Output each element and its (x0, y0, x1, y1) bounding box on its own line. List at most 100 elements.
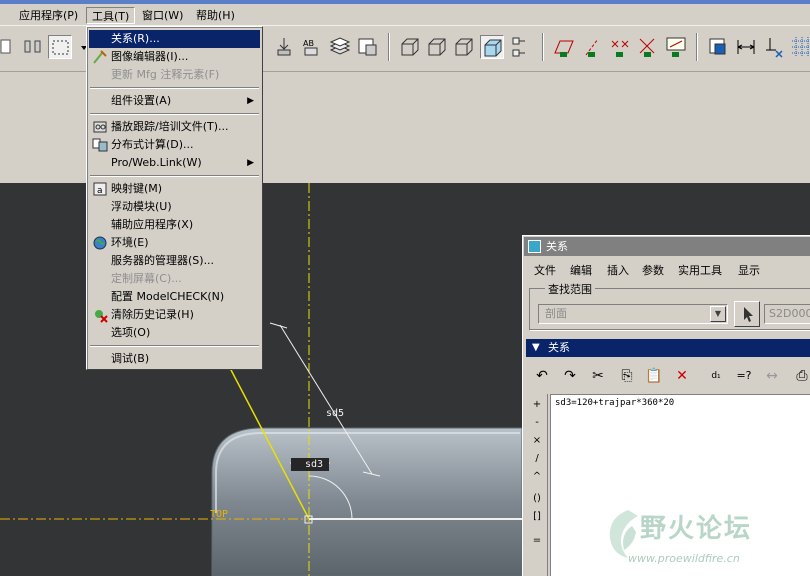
point-display-icon[interactable] (608, 35, 632, 59)
menu-separator (90, 87, 259, 89)
menu-separator (90, 175, 259, 177)
print-icon[interactable]: ⎙ (791, 365, 810, 387)
watermark-title: 野火论坛 (640, 514, 753, 544)
dialog-menu-insert[interactable]: 插入 (607, 262, 629, 278)
menu-item-environment[interactable]: 环境(E) (89, 234, 260, 252)
dimension-display-icon[interactable] (734, 35, 758, 59)
menu-applications[interactable]: 应用程序(P) (14, 7, 83, 24)
menu-item-label: 辅助应用程序(X) (111, 218, 194, 231)
menu-item-modelcheck[interactable]: 配置 ModelCHECK(N) (89, 288, 260, 306)
dialog-menu-edit[interactable]: 编辑 (570, 262, 592, 278)
menu-item-label: 清除历史记录(H) (111, 308, 194, 321)
dialog-menu-parameters[interactable]: 参数 (642, 262, 664, 278)
wireframe-icon[interactable] (398, 35, 422, 59)
select-box-icon[interactable] (48, 35, 72, 59)
menu-tools[interactable]: 工具(T) (86, 7, 136, 24)
look-in-select[interactable]: 剖面 ▼ (538, 304, 728, 324)
operator-multiply-button[interactable]: × (526, 432, 548, 450)
datum-axis-icon[interactable]: AB (300, 35, 324, 59)
menu-item-label: 浮动模块(U) (111, 200, 172, 213)
redo-icon[interactable]: ↷ (559, 365, 581, 387)
constraint-display-icon[interactable] (762, 35, 786, 59)
no-hidden-icon[interactable] (452, 35, 476, 59)
menu-item-assembly-settings[interactable]: 组件设置(A) ▶ (89, 92, 260, 110)
datum-point-icon[interactable] (272, 35, 296, 59)
copy-icon[interactable] (0, 35, 24, 59)
plane-display-icon[interactable] (552, 35, 576, 59)
menu-item-label: 服务器的管理器(S)... (111, 254, 215, 267)
section-title: 关系 (548, 341, 570, 354)
menu-help[interactable]: 帮助(H) (191, 7, 240, 24)
operator-plus-button[interactable]: + (526, 396, 548, 414)
look-in-group: 查找范围 剖面 ▼ S2D0001 (529, 281, 810, 330)
dialog-menu-utilities[interactable]: 实用工具 (678, 262, 722, 278)
svg-text:a: a (97, 186, 103, 196)
dialog-menubar: 文件 编辑 插入 参数 实用工具 显示 (523, 260, 810, 280)
dialog-titlebar[interactable]: 关系 (524, 237, 810, 256)
layers-icon[interactable] (328, 35, 352, 59)
undo-icon[interactable]: ↶ (531, 365, 553, 387)
menu-item-relations[interactable]: 关系(R)... (89, 30, 260, 48)
annotation-display-icon[interactable] (664, 35, 688, 59)
cursor-arrow-icon (744, 307, 753, 322)
menu-item-image-editor[interactable]: 图像编辑器(I)... (89, 48, 260, 66)
menu-item-label: 调试(B) (111, 352, 150, 365)
dimension-icon[interactable]: ↔ (761, 365, 783, 387)
cut-icon[interactable]: ✂ (587, 365, 609, 387)
copy-icon[interactable]: ⎘ (616, 365, 638, 387)
dialog-menu-display[interactable]: 显示 (738, 262, 760, 278)
operator-bracket-button[interactable]: [] (526, 508, 548, 526)
dialog-menu-file[interactable]: 文件 (534, 262, 556, 278)
grid-display-icon[interactable] (790, 35, 810, 59)
operator-divide-button[interactable]: / (526, 450, 548, 468)
model-tree-icon[interactable] (356, 35, 380, 59)
operator-palette: + - × / ^ () [] = (526, 394, 548, 576)
axis-display-icon[interactable] (580, 35, 604, 59)
menu-item-update-mfg[interactable]: 更新 Mfg 注释元素(F) (89, 66, 260, 84)
menu-item-playback[interactable]: 播放跟踪/培训文件(T)... (89, 118, 260, 136)
dropdown-arrow-icon[interactable] (72, 35, 87, 59)
evaluate-icon[interactable]: =? (733, 365, 755, 387)
menu-item-label: 定制屏幕(C)... (111, 272, 182, 285)
collapse-triangle-icon: ▼ (532, 342, 540, 353)
toolbar-separator (696, 33, 698, 61)
delete-icon[interactable]: ✕ (671, 365, 693, 387)
menu-item-debug[interactable]: 调试(B) (89, 350, 260, 368)
watermark-url: www.proewildfire.cn (628, 552, 740, 565)
menu-item-label: 更新 Mfg 注释元素(F) (111, 68, 220, 81)
look-in-legend: 查找范围 (545, 281, 595, 297)
switch-dimensions-icon[interactable]: d₁ (705, 365, 727, 387)
menu-item-server-manager[interactable]: 服务器的管理器(S)... (89, 252, 260, 270)
model-display-icon[interactable] (508, 35, 532, 59)
toolbar-separator (542, 33, 544, 61)
chevron-down-icon[interactable]: ▼ (710, 306, 726, 322)
menu-item-pro-web-link[interactable]: Pro/Web.Link(W) ▶ (89, 154, 260, 172)
dimension-sd5-label[interactable]: sd5 (326, 408, 344, 419)
relations-section-header[interactable]: ▼ 关系 (526, 339, 810, 357)
operator-minus-button[interactable]: - (526, 414, 548, 432)
menu-item-clear-history[interactable]: 清除历史记录(H) (89, 306, 260, 324)
operator-power-button[interactable]: ^ (526, 468, 548, 486)
menu-item-label: 配置 ModelCHECK(N) (111, 290, 225, 303)
menu-item-distributed-computing[interactable]: 分布式计算(D)... (89, 136, 260, 154)
sketcher-display-icon[interactable] (706, 35, 730, 59)
main-menubar: 应用程序(P) 工具(T) 窗口(W) 帮助(H) (0, 4, 810, 26)
menu-window[interactable]: 窗口(W) (137, 7, 188, 24)
menu-item-mapkeys[interactable]: a 映射键(M) (89, 180, 260, 198)
operator-equals-button[interactable]: = (526, 532, 548, 550)
menu-item-options[interactable]: 选项(O) (89, 324, 260, 342)
mirror-icon[interactable] (22, 35, 46, 59)
csys-display-icon[interactable] (636, 35, 660, 59)
operator-paren-button[interactable]: () (526, 490, 548, 508)
dialog-app-icon (528, 240, 541, 253)
distributed-computing-icon (92, 137, 108, 153)
menu-item-customize-screen[interactable]: 定制屏幕(C)... (89, 270, 260, 288)
shading-icon[interactable] (480, 35, 504, 59)
dimension-sd3-label[interactable]: sd3 (305, 459, 323, 470)
menu-item-auxiliary-applications[interactable]: 辅助应用程序(X) (89, 216, 260, 234)
paste-icon[interactable]: 📋 (643, 365, 665, 387)
look-in-value: 剖面 (545, 307, 567, 320)
select-pointer-button[interactable] (734, 301, 760, 327)
hidden-line-icon[interactable] (425, 35, 449, 59)
menu-item-floating-modules[interactable]: 浮动模块(U) (89, 198, 260, 216)
